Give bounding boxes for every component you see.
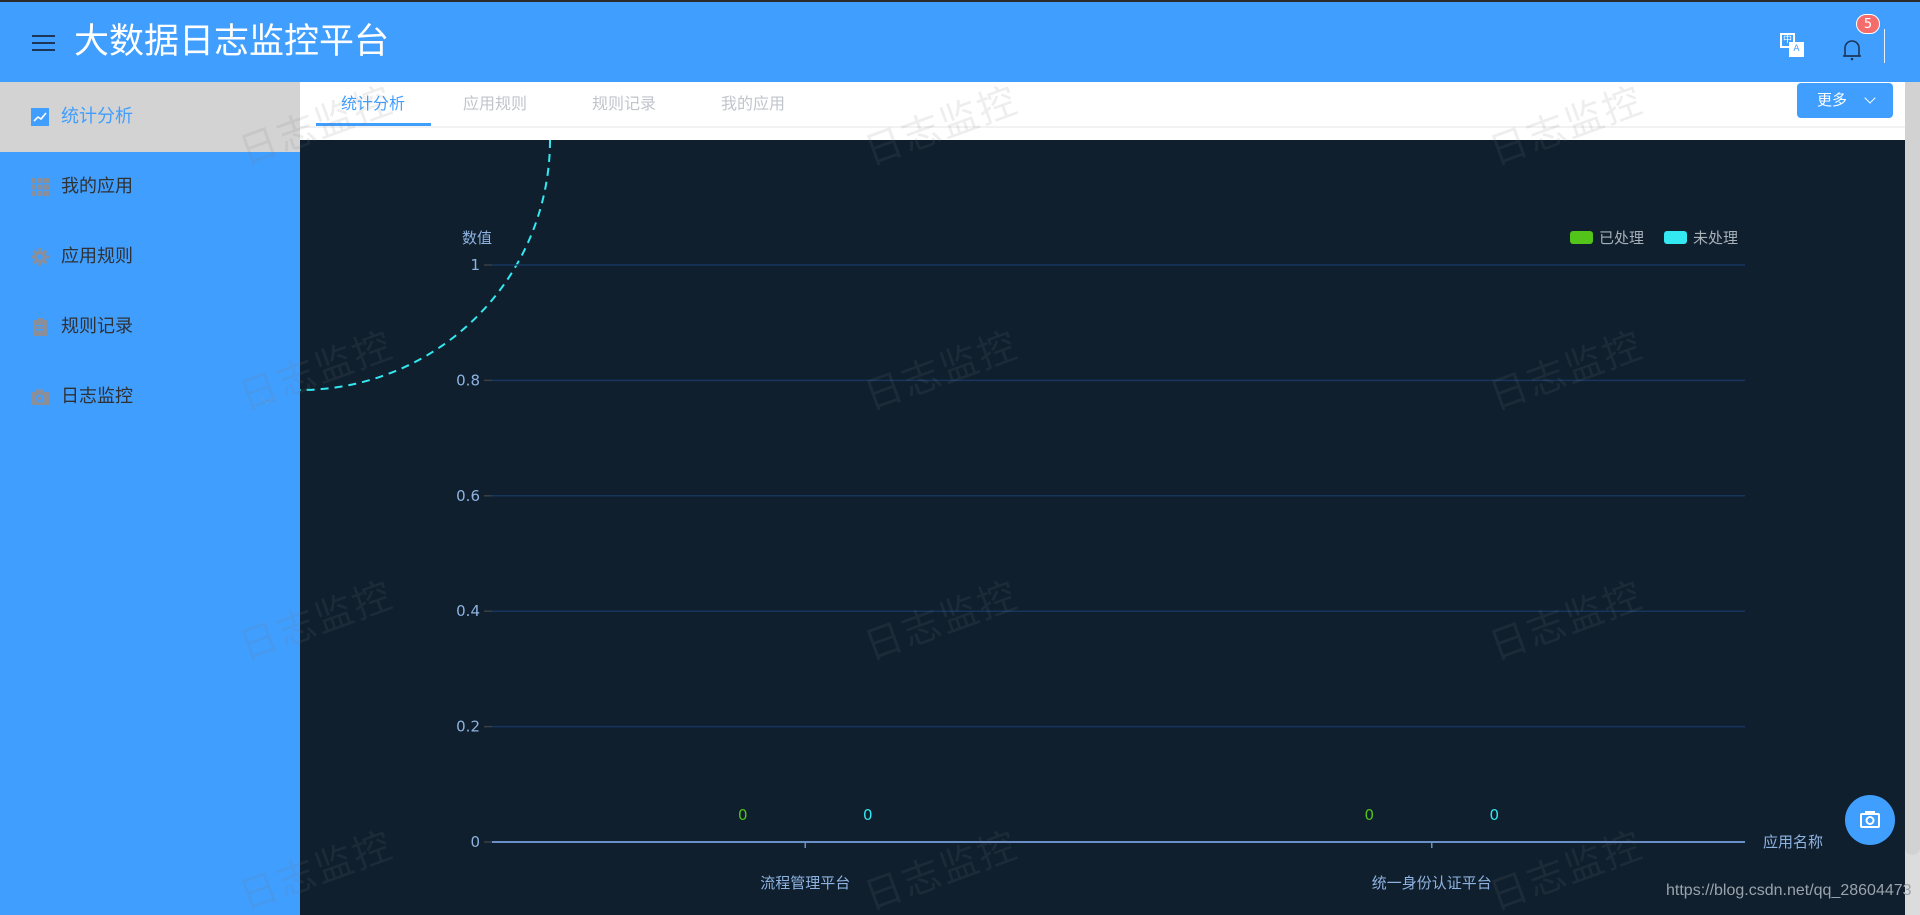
more-dropdown-button[interactable]: 更多 — [1797, 83, 1893, 118]
tab-bar: 统计分析 应用规则 规则记录 我的应用 更多 — [300, 82, 1905, 128]
grid-icon — [31, 178, 49, 196]
legend-label: 未处理 — [1693, 229, 1738, 247]
notification-badge: 5 — [1856, 14, 1880, 34]
clipboard-icon — [33, 318, 47, 336]
page-scrollbar-thumb[interactable] — [1905, 82, 1920, 855]
sidebar-item-label: 统计分析 — [61, 106, 133, 127]
y-axis-title: 数值 — [462, 229, 492, 247]
data-label: 0 — [863, 806, 873, 824]
sidebar-item-label: 我的应用 — [61, 176, 133, 197]
tab-app-rules[interactable]: 应用规则 — [463, 93, 527, 115]
trend-chart-icon — [31, 108, 49, 126]
x-tick-label: 流程管理平台 — [760, 874, 850, 892]
sidebar-item-label: 日志监控 — [61, 386, 133, 407]
data-label: 0 — [1364, 806, 1374, 824]
camera-icon — [31, 389, 49, 405]
bell-icon[interactable] — [1841, 38, 1863, 62]
translate-icon[interactable]: 中 A — [1780, 33, 1806, 59]
statistics-chart-panel: 数值 应用名称 0 0.2 0.4 0.6 0.8 1 流程管理平台 统一身份认证平台 0 0… — [300, 140, 1905, 915]
sidebar-item-rule-records[interactable]: 规则记录 — [0, 292, 300, 362]
sidebar-item-my-apps[interactable]: 我的应用 — [0, 152, 300, 222]
y-tick-label: 0.6 — [456, 487, 480, 505]
tab-my-apps[interactable]: 我的应用 — [721, 93, 785, 115]
x-tick-label: 统一身份认证平台 — [1372, 874, 1492, 892]
y-tick-label: 0.8 — [456, 371, 480, 389]
y-tick-label: 0.4 — [456, 602, 480, 620]
sidebar-item-label: 应用规则 — [61, 246, 133, 267]
y-tick-label: 0.2 — [456, 718, 480, 736]
source-url-watermark: https://blog.csdn.net/qq_28604473 — [1666, 882, 1912, 899]
sidebar-item-statistics[interactable]: 统计分析 — [0, 82, 300, 152]
sidebar-item-log-monitor[interactable]: 日志监控 — [0, 362, 300, 432]
sidebar-item-label: 规则记录 — [61, 316, 133, 337]
chevron-down-icon — [1864, 92, 1876, 104]
app-header: 大数据日志监控平台 中 A 5 — [0, 2, 1920, 82]
header-divider — [1884, 29, 1885, 63]
sidebar-item-app-rules[interactable]: 应用规则 — [0, 222, 300, 292]
more-button-label: 更多 — [1817, 91, 1848, 109]
gear-icon — [31, 248, 49, 266]
data-label: 0 — [738, 806, 748, 824]
translate-en-glyph: A — [1789, 42, 1804, 57]
legend-swatch — [1664, 231, 1687, 244]
chevron-down-icon — [259, 389, 275, 405]
camera-icon — [1860, 811, 1880, 828]
bar-chart: 数值 应用名称 0 0.2 0.4 0.6 0.8 1 流程管理平台 统一身份认证平台 0 0… — [300, 140, 1823, 892]
y-tick-label: 0 — [470, 833, 480, 851]
active-tab-indicator — [316, 123, 431, 126]
tab-statistics[interactable]: 统计分析 — [341, 93, 405, 115]
screenshot-button[interactable] — [1845, 795, 1895, 845]
sidebar: 统计分析 我的应用 应用规则 规则记录 日志监控 — [0, 82, 300, 915]
menu-toggle-icon[interactable] — [32, 33, 55, 53]
data-label: 0 — [1489, 806, 1499, 824]
legend-swatch — [1570, 231, 1593, 244]
x-axis-title: 应用名称 — [1763, 833, 1823, 851]
y-tick-label: 1 — [470, 256, 480, 274]
legend-label: 已处理 — [1599, 229, 1644, 247]
app-title: 大数据日志监控平台 — [74, 22, 390, 62]
tab-rule-records[interactable]: 规则记录 — [592, 93, 656, 115]
